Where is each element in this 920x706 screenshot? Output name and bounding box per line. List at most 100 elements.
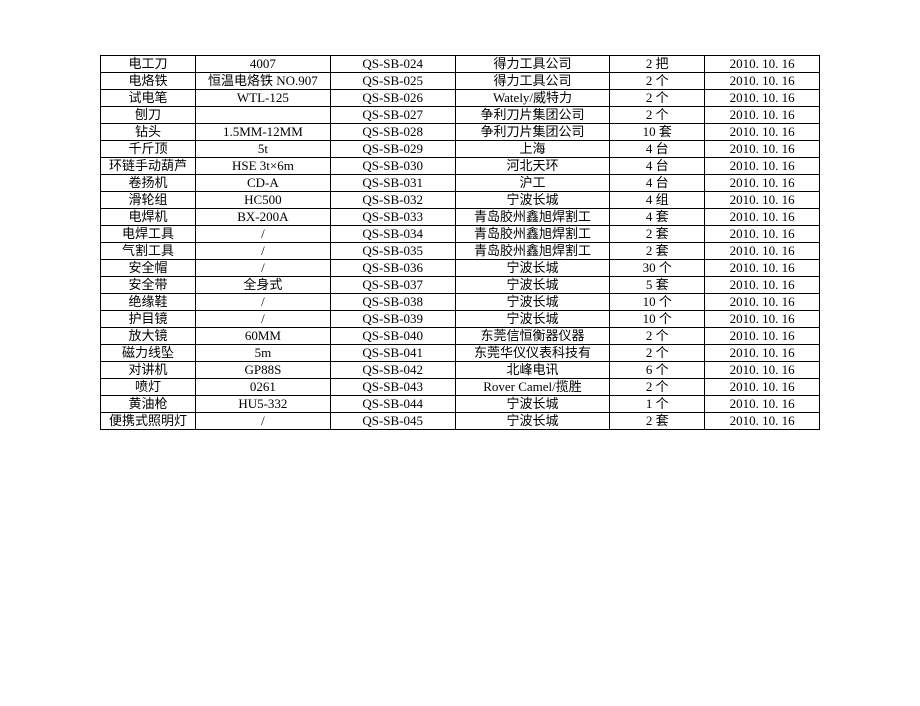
table-row: 刨刀QS-SB-027争利刀片集团公司2 个2010. 10. 16 — [101, 107, 820, 124]
table-cell: QS-SB-024 — [330, 56, 455, 73]
table-cell: QS-SB-040 — [330, 328, 455, 345]
table-cell: 1 个 — [610, 396, 705, 413]
table-row: 电焊工具/QS-SB-034青岛胶州鑫旭焊割工2 套2010. 10. 16 — [101, 226, 820, 243]
table-cell: HC500 — [195, 192, 330, 209]
table-cell — [195, 107, 330, 124]
table-cell: 宁波长城 — [455, 192, 610, 209]
table-cell: 磁力线坠 — [101, 345, 196, 362]
table-cell: 10 个 — [610, 294, 705, 311]
table-cell: 2010. 10. 16 — [705, 311, 820, 328]
table-cell: CD-A — [195, 175, 330, 192]
table-cell: QS-SB-039 — [330, 311, 455, 328]
table-cell: 2010. 10. 16 — [705, 413, 820, 430]
table-cell: 5 套 — [610, 277, 705, 294]
table-cell: 2010. 10. 16 — [705, 260, 820, 277]
table-cell: 环链手动葫芦 — [101, 158, 196, 175]
table-cell: 护目镜 — [101, 311, 196, 328]
table-cell: 2 个 — [610, 73, 705, 90]
table-cell: 青岛胶州鑫旭焊割工 — [455, 226, 610, 243]
table-cell: 电焊工具 — [101, 226, 196, 243]
table-cell: QS-SB-025 — [330, 73, 455, 90]
table-cell: 6 个 — [610, 362, 705, 379]
table-cell: 河北天环 — [455, 158, 610, 175]
table-cell: 30 个 — [610, 260, 705, 277]
table-cell: 2010. 10. 16 — [705, 175, 820, 192]
table-cell: 0261 — [195, 379, 330, 396]
table-cell: 宁波长城 — [455, 413, 610, 430]
table-cell: QS-SB-033 — [330, 209, 455, 226]
table-cell: 2010. 10. 16 — [705, 73, 820, 90]
table-row: 便携式照明灯/QS-SB-045宁波长城2 套2010. 10. 16 — [101, 413, 820, 430]
table-row: 试电笔WTL-125QS-SB-026Wately/威特力2 个2010. 10… — [101, 90, 820, 107]
table-cell: 10 个 — [610, 311, 705, 328]
table-cell: 宁波长城 — [455, 260, 610, 277]
table-cell: / — [195, 243, 330, 260]
table-cell: 上海 — [455, 141, 610, 158]
table-row: 安全带全身式QS-SB-037宁波长城5 套2010. 10. 16 — [101, 277, 820, 294]
table-body: 电工刀4007QS-SB-024得力工具公司2 把2010. 10. 16电烙铁… — [101, 56, 820, 430]
table-row: 千斤顶5tQS-SB-029上海4 台2010. 10. 16 — [101, 141, 820, 158]
table-row: 对讲机GP88SQS-SB-042北峰电讯6 个2010. 10. 16 — [101, 362, 820, 379]
table-cell: 5m — [195, 345, 330, 362]
table-cell: 电焊机 — [101, 209, 196, 226]
table-cell: / — [195, 311, 330, 328]
table-cell: 2 个 — [610, 107, 705, 124]
table-cell: 宁波长城 — [455, 294, 610, 311]
table-cell: 得力工具公司 — [455, 56, 610, 73]
table-cell: 争利刀片集团公司 — [455, 124, 610, 141]
table-cell: 2010. 10. 16 — [705, 107, 820, 124]
table-cell: 青岛胶州鑫旭焊割工 — [455, 243, 610, 260]
table-row: 电焊机BX-200AQS-SB-033青岛胶州鑫旭焊割工4 套2010. 10.… — [101, 209, 820, 226]
table-cell: 宁波长城 — [455, 311, 610, 328]
table-cell: 得力工具公司 — [455, 73, 610, 90]
table-cell: GP88S — [195, 362, 330, 379]
table-cell: 试电笔 — [101, 90, 196, 107]
table-cell: QS-SB-037 — [330, 277, 455, 294]
table-cell: QS-SB-045 — [330, 413, 455, 430]
table-cell: / — [195, 294, 330, 311]
table-cell: 2010. 10. 16 — [705, 294, 820, 311]
table-cell: Wately/威特力 — [455, 90, 610, 107]
table-row: 气割工具/QS-SB-035青岛胶州鑫旭焊割工2 套2010. 10. 16 — [101, 243, 820, 260]
table-cell: 4 台 — [610, 175, 705, 192]
table-row: 磁力线坠5mQS-SB-041东莞华仪仪表科技有2 个2010. 10. 16 — [101, 345, 820, 362]
table-row: 安全帽/QS-SB-036宁波长城30 个2010. 10. 16 — [101, 260, 820, 277]
table-cell: QS-SB-032 — [330, 192, 455, 209]
table-cell: QS-SB-038 — [330, 294, 455, 311]
table-cell: 4 套 — [610, 209, 705, 226]
table-cell: QS-SB-028 — [330, 124, 455, 141]
table-cell: QS-SB-026 — [330, 90, 455, 107]
table-cell: QS-SB-031 — [330, 175, 455, 192]
table-cell: 2010. 10. 16 — [705, 243, 820, 260]
table-cell: 争利刀片集团公司 — [455, 107, 610, 124]
table-cell: 钻头 — [101, 124, 196, 141]
table-cell: 黄油枪 — [101, 396, 196, 413]
table-cell: WTL-125 — [195, 90, 330, 107]
table-cell: / — [195, 226, 330, 243]
table-cell: 安全帽 — [101, 260, 196, 277]
table-cell: 千斤顶 — [101, 141, 196, 158]
table-cell: 放大镜 — [101, 328, 196, 345]
table-cell: 2010. 10. 16 — [705, 379, 820, 396]
table-row: 绝缘鞋/QS-SB-038宁波长城10 个2010. 10. 16 — [101, 294, 820, 311]
table-cell: QS-SB-035 — [330, 243, 455, 260]
table-cell: QS-SB-041 — [330, 345, 455, 362]
table-cell: 2010. 10. 16 — [705, 141, 820, 158]
table-cell: QS-SB-044 — [330, 396, 455, 413]
table-cell: 4007 — [195, 56, 330, 73]
table-cell: 青岛胶州鑫旭焊割工 — [455, 209, 610, 226]
table-cell: 2 套 — [610, 413, 705, 430]
table-cell: 2010. 10. 16 — [705, 396, 820, 413]
table-cell: 气割工具 — [101, 243, 196, 260]
table-cell: 恒温电烙铁 NO.907 — [195, 73, 330, 90]
table-cell: / — [195, 413, 330, 430]
table-row: 滑轮组HC500QS-SB-032宁波长城4 组2010. 10. 16 — [101, 192, 820, 209]
table-cell: 全身式 — [195, 277, 330, 294]
table-cell: 喷灯 — [101, 379, 196, 396]
table-cell: 北峰电讯 — [455, 362, 610, 379]
table-row: 电工刀4007QS-SB-024得力工具公司2 把2010. 10. 16 — [101, 56, 820, 73]
table-cell: 2010. 10. 16 — [705, 209, 820, 226]
table-cell: 安全带 — [101, 277, 196, 294]
table-cell: 2010. 10. 16 — [705, 345, 820, 362]
table-cell: 2 个 — [610, 345, 705, 362]
